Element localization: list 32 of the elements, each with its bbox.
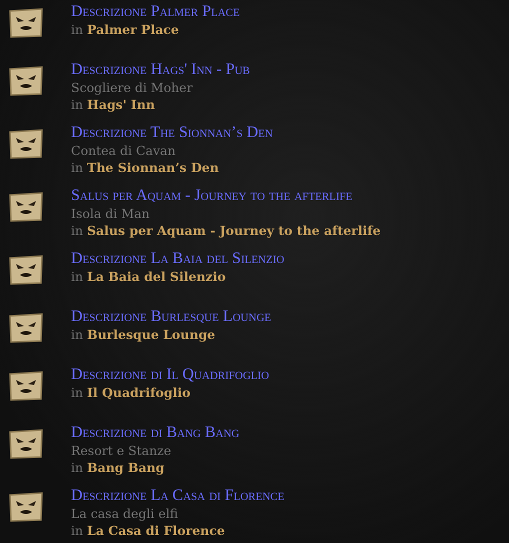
location-text: in The Sionnan’s Den xyxy=(71,159,220,176)
region-text: Isola di Man xyxy=(71,205,151,222)
mask-icon xyxy=(8,255,44,285)
location-text: in Palmer Place xyxy=(71,21,180,38)
location-text: in Hags' Inn xyxy=(71,96,156,113)
mask-icon xyxy=(8,129,44,159)
entry-title-link[interactable]: Salus per Aquam - Journey to the afterlife xyxy=(71,187,381,205)
entry-title-link[interactable]: Descrizione Hags' Inn - Pub xyxy=(71,61,250,79)
location-text: in La Casa di Florence xyxy=(71,522,226,539)
mask-icon xyxy=(8,492,44,522)
region-text: Resort e Stanze xyxy=(71,442,172,459)
entry-title-link[interactable]: Descrizione The Sionnan’s Den xyxy=(71,124,273,142)
region-text: La casa degli elfi xyxy=(71,505,180,522)
entry-title-link[interactable]: Descrizione di Bang Bang xyxy=(71,424,240,442)
region-text: Scogliere di Moher xyxy=(71,79,194,96)
mask-icon xyxy=(8,313,44,343)
location-text: in Il Quadrifoglio xyxy=(71,384,192,401)
mask-icon xyxy=(8,66,44,96)
region-text: Contea di Cavan xyxy=(71,142,177,159)
entry-title-link[interactable]: Descrizione La Baia del Silenzio xyxy=(71,250,284,268)
location-text: in La Baia del Silenzio xyxy=(71,268,227,285)
location-text: in Salus per Aquam - Journey to the afterlife xyxy=(71,222,381,239)
entry-title-link[interactable]: Descrizione La Casa di Florence xyxy=(71,487,284,505)
location-text: in Burlesque Lounge xyxy=(71,326,216,343)
entry-title-link[interactable]: Descrizione Burlesque Lounge xyxy=(71,308,272,326)
mask-icon xyxy=(8,429,44,459)
mask-icon xyxy=(8,371,44,401)
mask-icon xyxy=(8,8,44,38)
location-text: in Bang Bang xyxy=(71,459,166,476)
entry-title-link[interactable]: Descrizione di Il Quadrifoglio xyxy=(71,366,270,384)
entry-title-link[interactable]: Descrizione Palmer Place xyxy=(71,3,240,21)
mask-icon xyxy=(8,192,44,222)
